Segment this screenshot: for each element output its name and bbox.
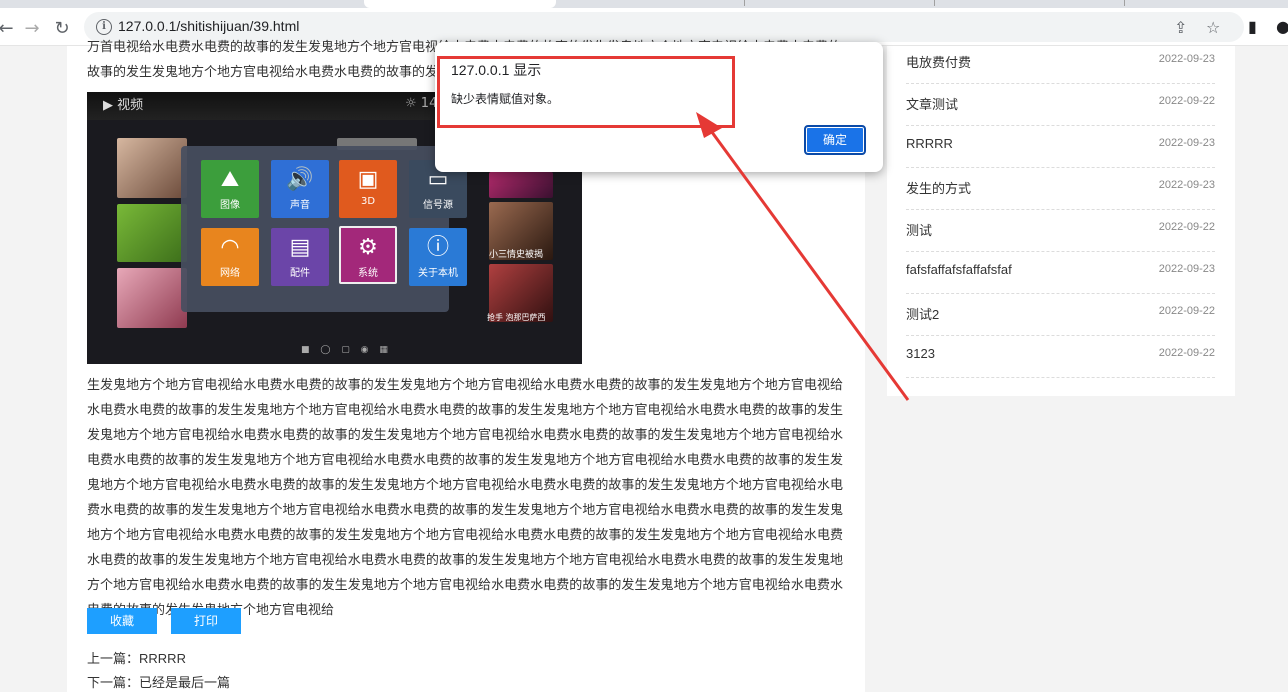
arrow-shaft (704, 123, 910, 401)
arrow-head (696, 112, 722, 138)
annotation-arrow (696, 112, 910, 401)
